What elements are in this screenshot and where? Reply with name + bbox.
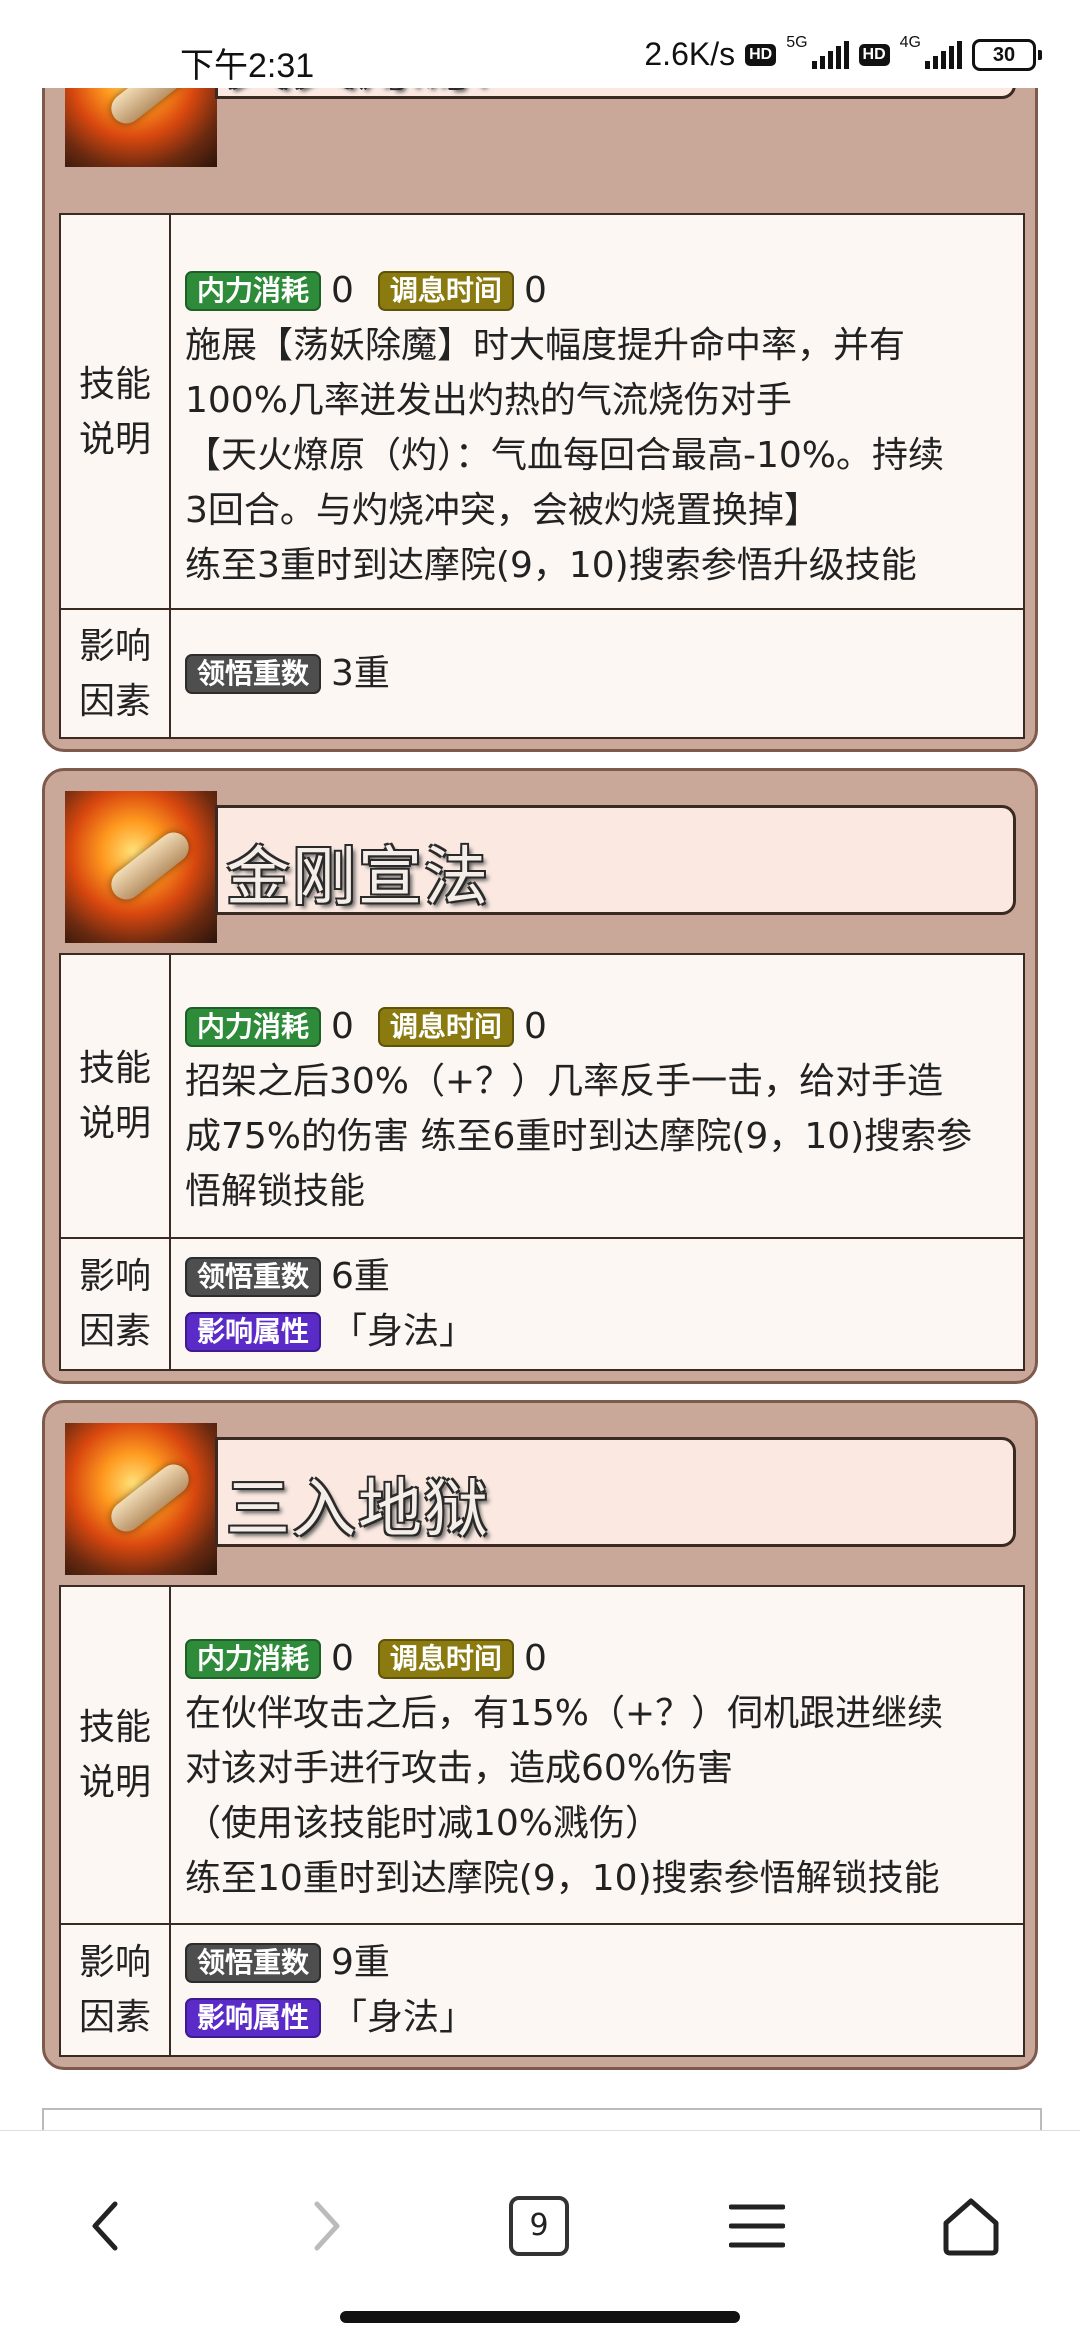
battery-level: 30 bbox=[972, 38, 1036, 71]
hamburger-icon bbox=[729, 2204, 785, 2248]
hd-badge: HD bbox=[745, 43, 777, 66]
lingwu-tag: 领悟重数 bbox=[185, 1256, 322, 1297]
network-type-2: 4G bbox=[899, 33, 921, 51]
desc-body: 内力消耗 0 调息时间 0 在伙伴攻击之后，有15%（+？）伺机跟进继续 对该对… bbox=[185, 1631, 1011, 1906]
effect-row: 影响 因素 领悟重数 6重 影响属性 「身法」 bbox=[61, 1239, 1023, 1369]
hd-badge-2: HD bbox=[858, 43, 890, 66]
chevron-left-icon bbox=[92, 2201, 118, 2251]
desc-line: 3回合。与灼烧冲突，会被灼烧置换掉】 bbox=[185, 490, 820, 531]
skill-icon bbox=[65, 791, 217, 943]
desc-body: 内力消耗 0 调息时间 0 施展【荡妖除魔】时大幅度提升命中率，并有 100%几… bbox=[185, 263, 1011, 593]
signal-icon bbox=[811, 40, 849, 69]
tiaoxi-value: 0 bbox=[523, 1638, 547, 1679]
desc-line: 练至10重时到达摩院(9，10)搜索参悟解锁技能 bbox=[185, 1858, 940, 1899]
neili-tag: 内力消耗 bbox=[185, 1638, 322, 1679]
network-type-1: 5G bbox=[786, 33, 808, 51]
attribute-tag: 影响属性 bbox=[185, 1311, 322, 1352]
neili-tag: 内力消耗 bbox=[185, 270, 322, 311]
desc-label: 技能 说明 bbox=[61, 215, 171, 608]
status-time: 下午2:31 bbox=[180, 47, 315, 85]
tiaoxi-tag: 调息时间 bbox=[377, 1006, 514, 1047]
lingwu-value: 9重 bbox=[331, 1942, 390, 1983]
skill-info-table: 技能 说明 内力消耗 0 调息时间 0 招架之后30%（+？）几率反手一击，给对… bbox=[59, 953, 1025, 1371]
tiaoxi-value: 0 bbox=[523, 1006, 547, 1047]
desc-line: 施展【荡妖除魔】时大幅度提升命中率，并有 bbox=[185, 325, 906, 366]
effect-row: 影响 因素 领悟重数 9重 影响属性 「身法」 bbox=[61, 1925, 1023, 2055]
menu-button[interactable] bbox=[702, 2171, 812, 2281]
desc-line: 悟解锁技能 bbox=[185, 1171, 366, 1212]
tabs-button[interactable]: 9 bbox=[484, 2171, 594, 2281]
home-icon bbox=[943, 2198, 999, 2256]
effect-body: 领悟重数 9重 影响属性 「身法」 bbox=[185, 1935, 1011, 2045]
neili-value: 0 bbox=[331, 270, 354, 311]
skill-header: 金刚宣法 bbox=[65, 791, 1018, 943]
tiaoxi-tag: 调息时间 bbox=[377, 1638, 514, 1679]
desc-line: 练至3重时到达摩院(9，10)搜索参悟升级技能 bbox=[185, 545, 917, 586]
effect-body: 领悟重数 3重 bbox=[185, 646, 1011, 701]
skill-card: 金刚宣法 技能 说明 内力消耗 0 调息时间 0 招架之后30%（+？）几率反手… bbox=[42, 768, 1038, 1384]
skill-icon bbox=[65, 1423, 217, 1575]
skill-name: 三入地狱 bbox=[226, 1473, 490, 1547]
effect-row: 影响 因素 领悟重数 3重 bbox=[61, 610, 1023, 737]
desc-row: 技能 说明 内力消耗 0 调息时间 0 招架之后30%（+？）几率反手一击，给对… bbox=[61, 955, 1023, 1239]
back-button[interactable] bbox=[50, 2171, 160, 2281]
desc-label: 技能 说明 bbox=[61, 1587, 171, 1923]
desc-row: 技能 说明 内力消耗 0 调息时间 0 在伙伴攻击之后，有15%（+？）伺机跟进… bbox=[61, 1587, 1023, 1925]
attribute-tag: 影响属性 bbox=[185, 1997, 322, 2038]
neili-value: 0 bbox=[331, 1638, 354, 1679]
lingwu-tag: 领悟重数 bbox=[185, 653, 322, 694]
home-button[interactable] bbox=[916, 2171, 1026, 2281]
effect-body: 领悟重数 6重 影响属性 「身法」 bbox=[185, 1249, 1011, 1359]
browser-bottom-nav: 9 bbox=[0, 2130, 1080, 2341]
desc-line: 招架之后30%（+？）几率反手一击，给对手造 bbox=[185, 1061, 944, 1102]
effect-label: 影响 因素 bbox=[61, 610, 171, 737]
skill-name-box: 金刚宣法 bbox=[215, 805, 1016, 915]
desc-line: 【天火燎原（灼）：气血每回合最高-10%。持续 bbox=[185, 435, 945, 476]
desc-row: 技能 说明 内力消耗 0 调息时间 0 施展【荡妖除魔】时大幅度提升命中率，并有… bbox=[61, 215, 1023, 610]
desc-line: （使用该技能时减10%溅伤） bbox=[185, 1803, 662, 1844]
effect-label: 影响 因素 bbox=[61, 1239, 171, 1369]
status-indicators: 2.6K/s HD 5G HD 4G 30 bbox=[644, 33, 1042, 73]
skill-header: 三入地狱 bbox=[65, 1423, 1018, 1575]
lingwu-value: 6重 bbox=[331, 1256, 390, 1297]
desc-line: 在伙伴攻击之后，有15%（+？）伺机跟进继续 bbox=[185, 1693, 944, 1734]
signal-icon-2 bbox=[925, 40, 962, 69]
battery-icon: 30 bbox=[972, 38, 1042, 71]
tiaoxi-value: 0 bbox=[523, 270, 547, 311]
desc-body: 内力消耗 0 调息时间 0 招架之后30%（+？）几率反手一击，给对手造 成75… bbox=[185, 999, 1011, 1219]
neili-value: 0 bbox=[331, 1006, 354, 1047]
lingwu-value: 3重 bbox=[331, 653, 390, 694]
network-speed: 2.6K/s bbox=[644, 36, 736, 72]
effect-label: 影响 因素 bbox=[61, 1925, 171, 2055]
desc-line: 成75%的伤害 练至6重时到达摩院(9，10)搜索参 bbox=[185, 1116, 973, 1157]
skill-card: 三入地狱 技能 说明 内力消耗 0 调息时间 0 在伙伴攻击之后，有15%（+？… bbox=[42, 1400, 1038, 2070]
skill-name: 金刚宣法 bbox=[226, 841, 490, 915]
tiaoxi-tag: 调息时间 bbox=[377, 270, 514, 311]
status-bar: 下午2:31 2.6K/s HD 5G HD 4G 30 bbox=[0, 0, 1080, 88]
skill-name-box: 三入地狱 bbox=[215, 1437, 1016, 1547]
neili-tag: 内力消耗 bbox=[185, 1006, 322, 1047]
lingwu-tag: 领悟重数 bbox=[185, 1942, 322, 1983]
skill-info-table: 技能 说明 内力消耗 0 调息时间 0 在伙伴攻击之后，有15%（+？）伺机跟进… bbox=[59, 1585, 1025, 2057]
desc-line: 对该对手进行攻击，造成60%伤害 bbox=[185, 1748, 734, 1789]
gesture-bar[interactable] bbox=[340, 2311, 740, 2323]
chevron-right-icon bbox=[314, 2201, 340, 2251]
desc-line: 100%几率迸发出灼热的气流烧伤对手 bbox=[185, 380, 792, 421]
attribute-value: 「身法」 bbox=[331, 1311, 476, 1352]
forward-button[interactable] bbox=[272, 2171, 382, 2281]
attribute-value: 「身法」 bbox=[331, 1997, 476, 2038]
tab-count: 9 bbox=[509, 2196, 569, 2256]
desc-label: 技能 说明 bbox=[61, 955, 171, 1237]
skill-info-table: 技能 说明 内力消耗 0 调息时间 0 施展【荡妖除魔】时大幅度提升命中率，并有… bbox=[59, 213, 1025, 739]
skill-card: 天火燎原 技能 说明 内力消耗 0 调息时间 0 施展【荡妖除魔】时大幅度提升命… bbox=[42, 0, 1038, 752]
